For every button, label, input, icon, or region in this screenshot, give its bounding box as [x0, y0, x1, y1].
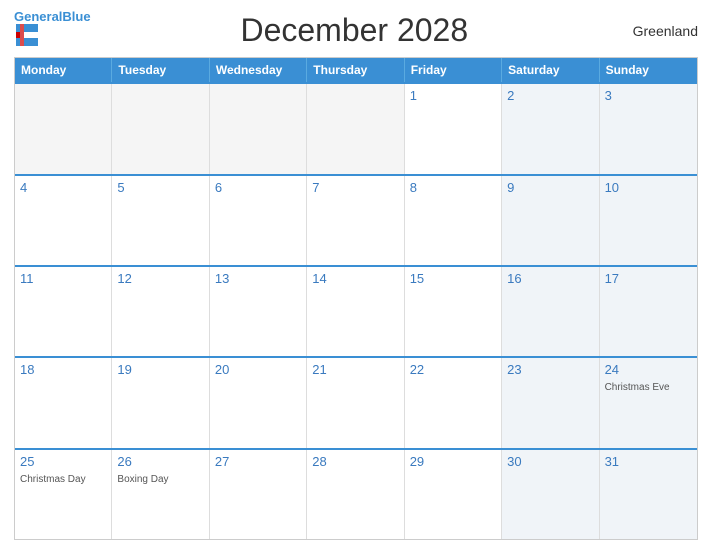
table-row: 28 [307, 450, 404, 539]
table-row: 11 [15, 267, 112, 356]
header-thursday: Thursday [307, 58, 404, 82]
table-row: 15 [405, 267, 502, 356]
table-row: 13 [210, 267, 307, 356]
month-title: December 2028 [91, 12, 618, 49]
table-row: 18 [15, 358, 112, 447]
table-row: 10 [600, 176, 697, 265]
table-row: 3 [600, 84, 697, 173]
calendar-header: Monday Tuesday Wednesday Thursday Friday… [15, 58, 697, 82]
table-row: 7 [307, 176, 404, 265]
logo-text: GeneralBlue [14, 10, 91, 24]
table-row: 24 Christmas Eve [600, 358, 697, 447]
header-monday: Monday [15, 58, 112, 82]
table-row: 26 Boxing Day [112, 450, 209, 539]
region-label: Greenland [618, 23, 698, 39]
table-row: 27 [210, 450, 307, 539]
header-sunday: Sunday [600, 58, 697, 82]
logo-flag-icon [16, 24, 38, 46]
table-row [307, 84, 404, 173]
logo-blue: Blue [62, 9, 90, 24]
header-saturday: Saturday [502, 58, 599, 82]
header-friday: Friday [405, 58, 502, 82]
calendar: Monday Tuesday Wednesday Thursday Friday… [14, 57, 698, 540]
table-row: 16 [502, 267, 599, 356]
calendar-body: 1 2 3 4 5 6 [15, 82, 697, 539]
table-row: 29 [405, 450, 502, 539]
header-wednesday: Wednesday [210, 58, 307, 82]
table-row: 9 [502, 176, 599, 265]
table-row: 22 [405, 358, 502, 447]
table-row: 20 [210, 358, 307, 447]
week-5: 25 Christmas Day 26 Boxing Day 27 28 29 [15, 448, 697, 539]
table-row: 8 [405, 176, 502, 265]
header-tuesday: Tuesday [112, 58, 209, 82]
logo-general: General [14, 9, 62, 24]
week-4: 18 19 20 21 22 23 24 C [15, 356, 697, 447]
table-row: 4 [15, 176, 112, 265]
table-row: 2 [502, 84, 599, 173]
table-row: 21 [307, 358, 404, 447]
table-row: 14 [307, 267, 404, 356]
table-row [15, 84, 112, 173]
table-row: 23 [502, 358, 599, 447]
table-row: 17 [600, 267, 697, 356]
table-row [112, 84, 209, 173]
table-row: 30 [502, 450, 599, 539]
table-row: 12 [112, 267, 209, 356]
week-2: 4 5 6 7 8 9 10 [15, 174, 697, 265]
table-row [210, 84, 307, 173]
table-row: 1 [405, 84, 502, 173]
week-3: 11 12 13 14 15 16 17 [15, 265, 697, 356]
table-row: 19 [112, 358, 209, 447]
table-row: 31 [600, 450, 697, 539]
logo: GeneralBlue [14, 10, 91, 51]
header: GeneralBlue December 2028 Greenland [14, 10, 698, 51]
week-1: 1 2 3 [15, 82, 697, 173]
table-row: 5 [112, 176, 209, 265]
table-row: 25 Christmas Day [15, 450, 112, 539]
table-row: 6 [210, 176, 307, 265]
calendar-page: GeneralBlue December 2028 Greenland Mond… [0, 0, 712, 550]
